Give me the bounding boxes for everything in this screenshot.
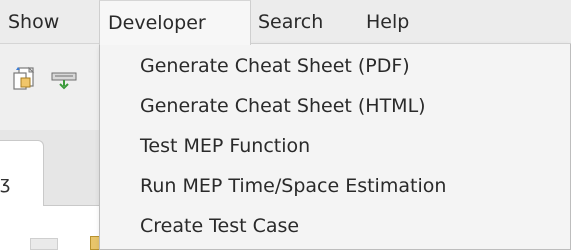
menu-item-generate-cheat-sheet-html[interactable]: Generate Cheat Sheet (HTML): [100, 86, 570, 126]
menu-bar: Show Developer Search Help: [0, 0, 571, 45]
menu-item-test-mep-function[interactable]: Test MEP Function: [100, 126, 570, 166]
menu-show-label: Show: [8, 11, 60, 33]
menu-item-label: Generate Cheat Sheet (HTML): [140, 95, 426, 117]
menu-developer[interactable]: Developer: [99, 0, 251, 45]
menu-search-label: Search: [258, 11, 324, 33]
app-window: Show Developer Search Help ʒ Generate Ch…: [0, 0, 571, 250]
menu-help-label: Help: [366, 11, 410, 33]
developer-dropdown-menu: Generate Cheat Sheet (PDF) Generate Chea…: [99, 44, 571, 250]
panel-button[interactable]: [30, 238, 58, 250]
menu-developer-label: Developer: [108, 12, 206, 34]
menu-item-label: Test MEP Function: [140, 135, 311, 157]
network-icon[interactable]: [50, 70, 78, 96]
menu-help[interactable]: Help: [358, 0, 438, 44]
toolbar: [0, 44, 100, 130]
menu-item-label: Generate Cheat Sheet (PDF): [140, 55, 410, 77]
menu-show[interactable]: Show: [0, 0, 88, 44]
editor-tab-close-icon[interactable]: ʒ: [0, 174, 10, 194]
menu-item-run-mep-estimation[interactable]: Run MEP Time/Space Estimation: [100, 166, 570, 206]
menu-item-create-test-case[interactable]: Create Test Case: [100, 206, 570, 246]
menu-item-generate-cheat-sheet-pdf[interactable]: Generate Cheat Sheet (PDF): [100, 46, 570, 86]
menu-search[interactable]: Search: [250, 0, 350, 44]
menu-item-label: Run MEP Time/Space Estimation: [140, 175, 447, 197]
menu-item-label: Create Test Case: [140, 215, 300, 237]
copy-document-icon[interactable]: [12, 66, 36, 96]
